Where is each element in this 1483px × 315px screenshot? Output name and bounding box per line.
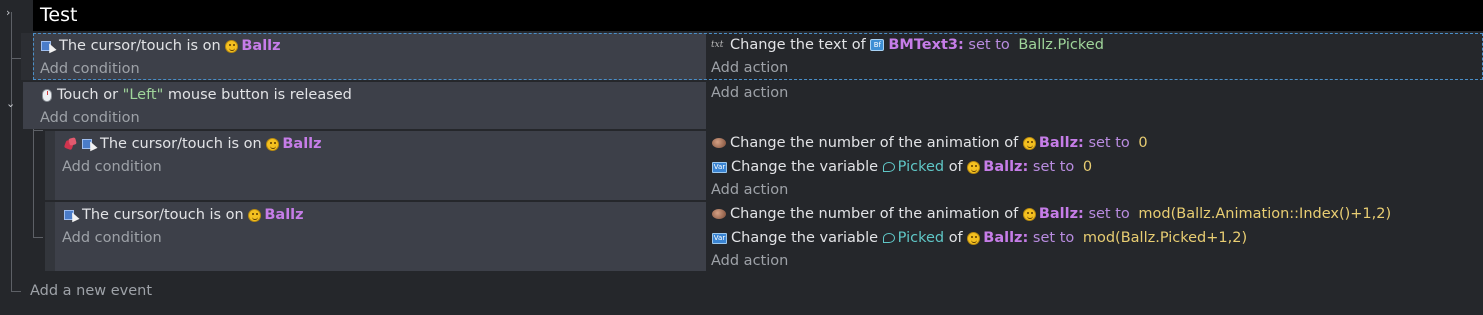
action-variable: Picked	[897, 230, 945, 246]
smiley-object-icon	[248, 208, 262, 222]
action-text: Change the variable	[731, 230, 879, 246]
action-of: of	[948, 230, 963, 246]
smiley-object-icon	[1022, 207, 1036, 221]
action-text: Change the variable	[731, 159, 879, 175]
action-op: set to	[1088, 135, 1130, 151]
subevent-1-indent-bar	[45, 131, 55, 200]
action-object: BMText3	[888, 37, 958, 53]
action-colon: :	[1022, 230, 1029, 246]
action-op: set to	[968, 37, 1010, 53]
condition-object: Ballz	[264, 207, 304, 223]
tree-line-event1	[11, 58, 21, 59]
condition-prefix: Touch or	[57, 87, 119, 103]
subevent-2-add-condition[interactable]: Add condition	[62, 228, 162, 248]
tree-line-add-event	[11, 291, 21, 292]
action-colon: :	[1022, 159, 1029, 175]
group-header[interactable]	[33, 0, 1483, 31]
object-variable-icon	[882, 233, 895, 243]
chevron-right-icon[interactable]: ›	[6, 7, 10, 19]
subevent-1-condition[interactable]: The cursor/touch is on Ballz	[64, 134, 322, 154]
subevent-2-action-1[interactable]: Change the number of the animation of Ba…	[712, 204, 1391, 224]
action-op: set to	[1032, 159, 1075, 175]
tree-line-sub2	[33, 237, 43, 238]
action-variable: Picked	[897, 159, 945, 175]
smiley-object-icon	[225, 39, 239, 53]
event-1-action[interactable]: txt Change the text of Bf BMText3: set t…	[711, 35, 1104, 55]
event-2-condition[interactable]: Touch or "Left" mouse button is released	[42, 85, 352, 105]
condition-button: "Left"	[122, 87, 164, 103]
action-object: Ballz	[983, 159, 1023, 175]
tree-line-group	[11, 12, 12, 292]
action-text: Change the text of	[730, 37, 866, 53]
action-of: of	[948, 159, 963, 175]
text-icon: txt	[711, 40, 724, 50]
action-op: set to	[1088, 206, 1130, 222]
subevent-1-action-1[interactable]: Change the number of the animation of Ba…	[712, 133, 1148, 153]
action-object: Ballz	[1038, 135, 1079, 151]
subevent-2-condition[interactable]: The cursor/touch is on Ballz	[64, 205, 304, 225]
event-1-add-condition[interactable]: Add condition	[40, 59, 140, 79]
cursor-touch-icon	[64, 209, 78, 222]
cursor-touch-icon	[41, 40, 55, 53]
action-object: Ballz	[1038, 206, 1079, 222]
action-text: Change the number of the animation of	[730, 206, 1019, 222]
animation-icon	[712, 209, 726, 219]
condition-suffix: mouse button is released	[167, 87, 352, 103]
event-1-add-action[interactable]: Add action	[711, 58, 788, 78]
action-colon: :	[1078, 206, 1084, 222]
object-variable-icon	[882, 162, 895, 172]
mouse-icon	[42, 88, 52, 102]
variable-icon: Var	[712, 161, 727, 173]
event-2-add-action[interactable]: Add action	[711, 83, 788, 103]
action-value: Ballz.Picked	[1018, 37, 1104, 53]
action-value: mod(Ballz.Animation::Index()+1,2)	[1138, 206, 1392, 222]
smiley-object-icon	[967, 231, 981, 245]
subevent-2-add-action[interactable]: Add action	[711, 251, 788, 271]
add-new-event-button[interactable]: Add a new event	[30, 281, 152, 301]
action-value: mod(Ballz.Picked+1,2)	[1082, 230, 1248, 246]
condition-text: The cursor/touch is on	[82, 207, 244, 223]
condition-object: Ballz	[241, 38, 281, 54]
event-1-condition[interactable]: The cursor/touch is on Ballz	[41, 36, 281, 56]
action-object: Ballz	[983, 230, 1023, 246]
condition-object: Ballz	[282, 136, 322, 152]
animation-icon	[712, 138, 726, 148]
tree-line-sub1	[33, 130, 43, 131]
chevron-down-icon[interactable]: ⌄	[6, 98, 15, 110]
condition-text: The cursor/touch is on	[59, 38, 221, 54]
event-1-panel-gap	[21, 33, 33, 80]
inverted-condition-icon	[64, 138, 78, 150]
smiley-object-icon	[1022, 136, 1036, 150]
bmtext-icon: Bf	[870, 39, 885, 51]
group-title[interactable]: Test	[40, 2, 77, 28]
subevent-1-add-action[interactable]: Add action	[711, 180, 788, 200]
event-2-add-condition[interactable]: Add condition	[40, 108, 140, 128]
smiley-object-icon	[266, 137, 280, 151]
variable-icon: Var	[712, 232, 727, 244]
action-colon: :	[958, 37, 964, 53]
subevent-2-indent-bar	[45, 202, 55, 271]
subevent-1-add-condition[interactable]: Add condition	[62, 157, 162, 177]
action-op: set to	[1032, 230, 1075, 246]
action-text: Change the number of the animation of	[730, 135, 1019, 151]
cursor-touch-icon	[82, 138, 96, 151]
action-value: 0	[1138, 135, 1148, 151]
action-colon: :	[1078, 135, 1084, 151]
smiley-object-icon	[967, 160, 981, 174]
condition-text: The cursor/touch is on	[100, 136, 262, 152]
subevent-1-action-2[interactable]: Var Change the variable Picked of Ballz:…	[712, 157, 1092, 177]
action-value: 0	[1082, 159, 1093, 175]
subevent-2-action-2[interactable]: Var Change the variable Picked of Ballz:…	[712, 228, 1247, 248]
